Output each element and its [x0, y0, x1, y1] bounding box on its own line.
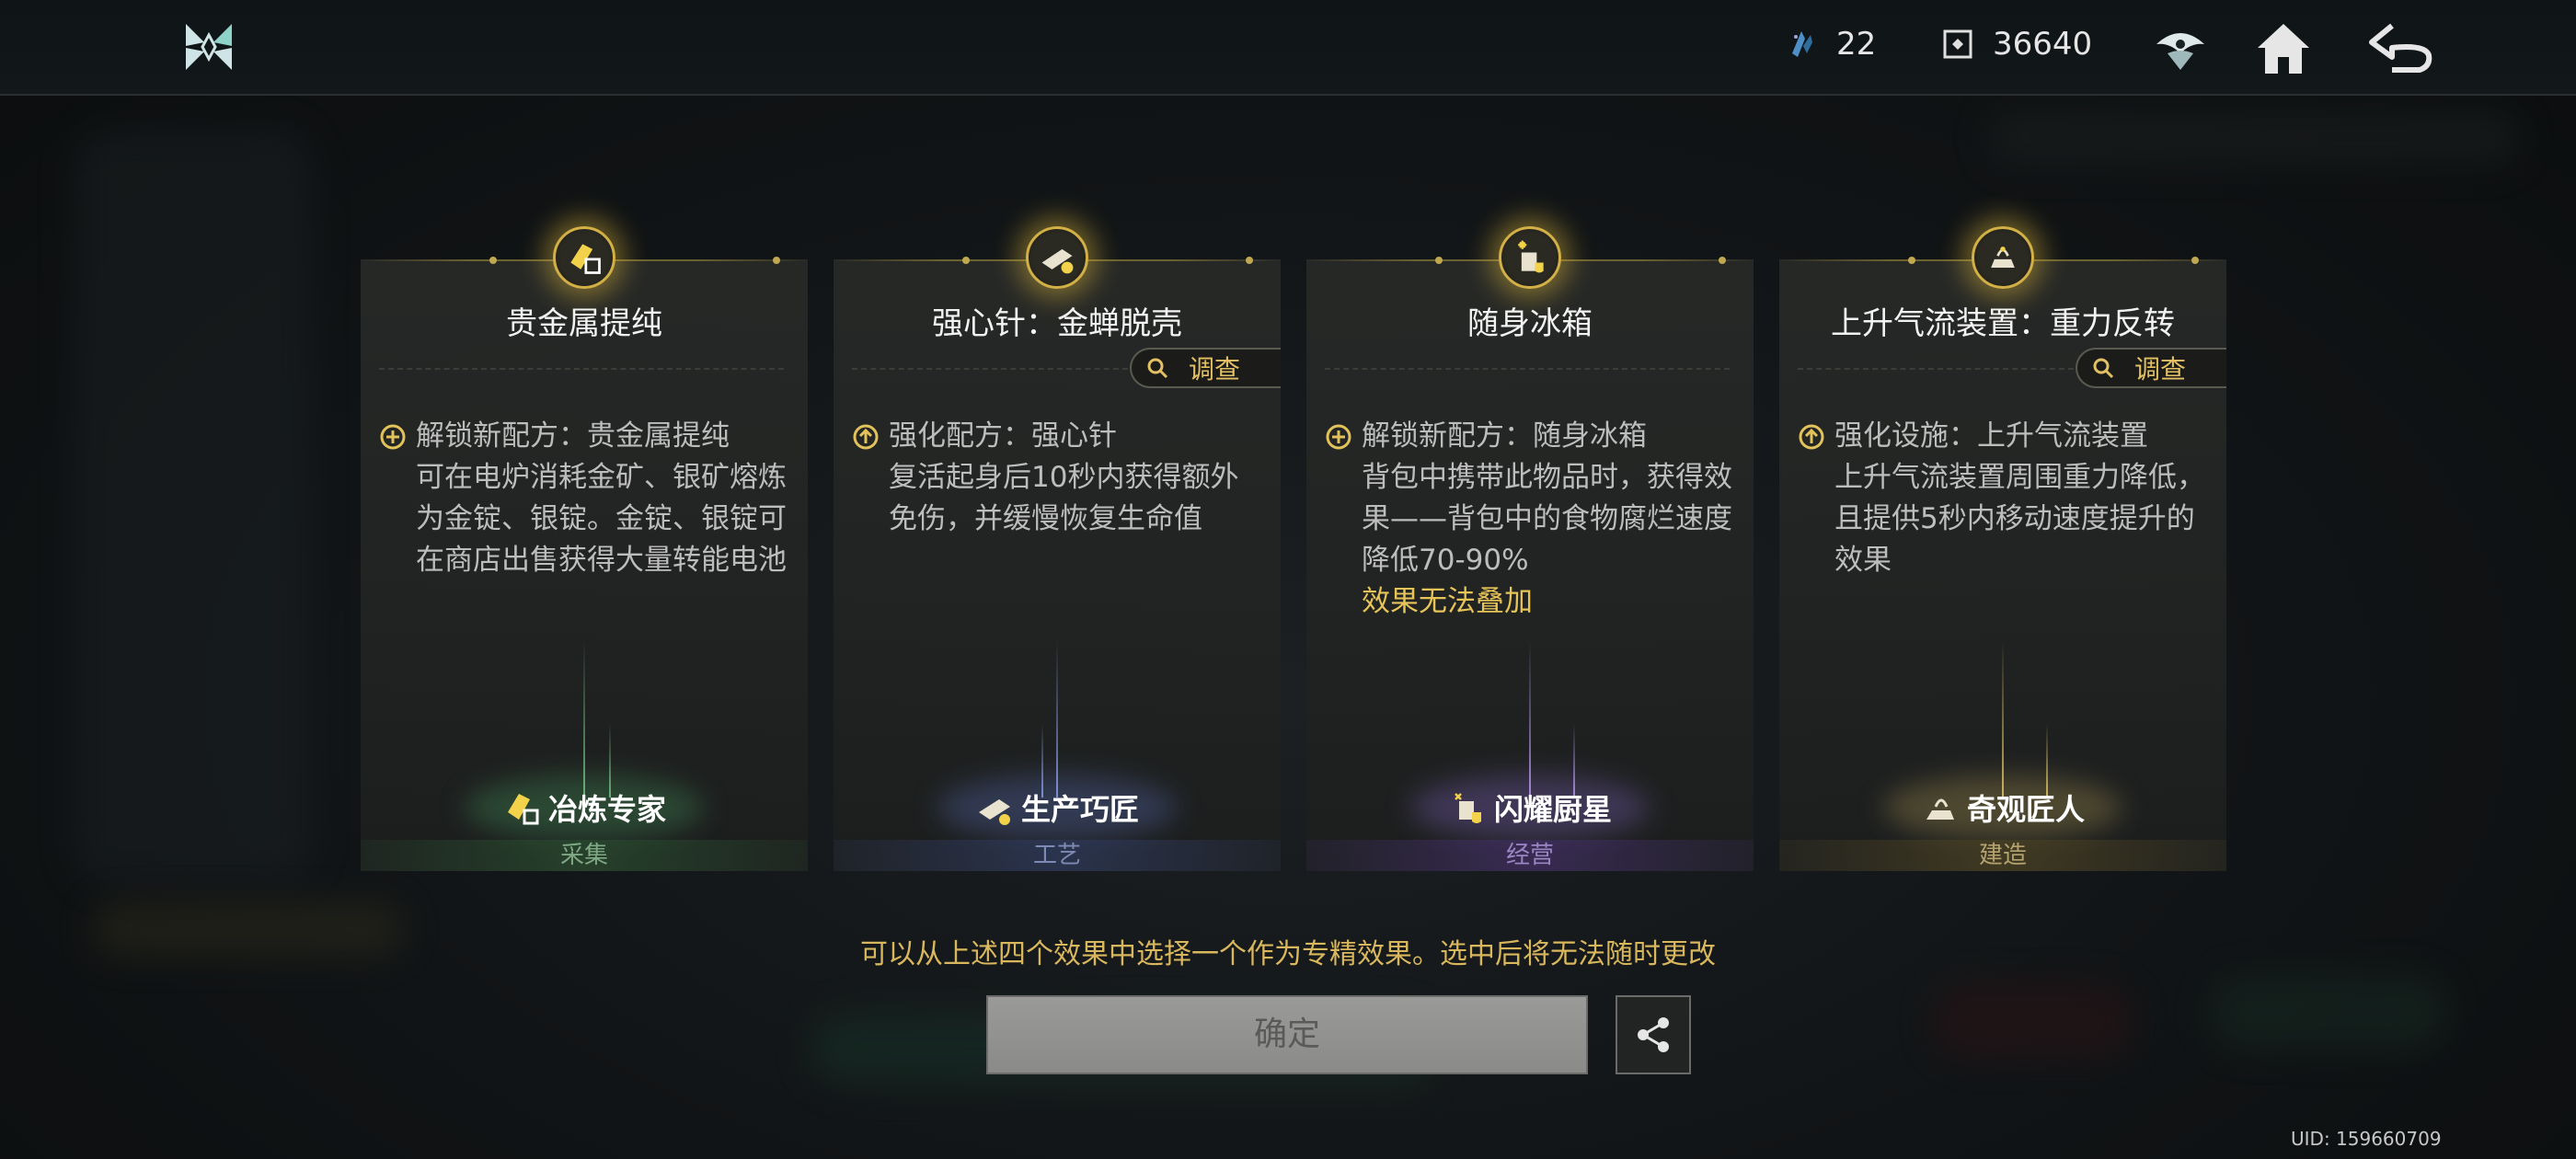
card-description: 强化设施：上升气流装置 上升气流装置周围重力降低，且提供5秒内移动速度提升的效果 [1798, 416, 2210, 581]
updraft-device-icon [1972, 226, 2034, 289]
investigate-button[interactable]: 调查 [2076, 348, 2226, 388]
specialty-card-metal-refining[interactable]: 贵金属提纯 解锁新配方：贵金属提纯 可在电炉消耗金矿、银矿熔炼为金锭、银锭。金锭… [361, 226, 808, 871]
badge-label: 闪耀厨星 [1493, 792, 1612, 827]
card-description: 解锁新配方：随身冰箱 背包中携带此物品时，获得效果——背包中的食物腐烂速度降低7… [1325, 416, 1737, 623]
share-button[interactable] [1616, 995, 1691, 1074]
description-line: 可在电炉消耗金矿、银矿熔炼为金锭、银锭。金锭、银锭可在商店出售获得大量转能电池 [416, 461, 787, 577]
upgrade-arrow-icon [1799, 424, 1824, 450]
search-icon [2093, 358, 2114, 379]
card-title: 上升气流装置：重力反转 [1831, 305, 2175, 342]
divider-dot [773, 257, 780, 264]
card-dashed-divider [1798, 368, 2074, 370]
light-beam [583, 641, 585, 798]
card-dashed-divider [852, 368, 1128, 370]
specialty-badge: 生产巧匠 [834, 786, 1281, 829]
unlock-plus-icon [380, 424, 406, 450]
card-description: 强化配方：强心针 复活起身后10秒内获得额外免伤，并缓慢恢复生命值 [852, 416, 1264, 540]
module-counter[interactable]: 36640 [1939, 26, 2092, 63]
module-icon [1943, 29, 1972, 59]
investigate-button[interactable]: 调查 [1130, 348, 1281, 388]
shield-emblem-icon[interactable] [2149, 17, 2212, 79]
home-icon[interactable] [2252, 17, 2315, 79]
specialty-badge: 奇观匠人 [1779, 786, 2226, 829]
crystal-count: 22 [1836, 26, 1877, 63]
divider-dot [1435, 257, 1443, 264]
syringe-icon [1026, 226, 1088, 289]
divider-dot [1719, 257, 1726, 264]
description-line: 解锁新配方：随身冰箱 [1362, 419, 1647, 453]
light-beam [2002, 641, 2004, 798]
light-beam [1529, 641, 1531, 798]
card-description: 解锁新配方：贵金属提纯 可在电炉消耗金矿、银矿熔炼为金锭、银锭。金锭、银锭可在商… [379, 416, 791, 581]
wonder-craftsman-icon [1926, 798, 1954, 820]
confirm-button[interactable]: 确定 [986, 995, 1588, 1074]
smelting-expert-icon [507, 794, 539, 825]
fridge-icon [1499, 226, 1561, 289]
card-title: 强心针：金蝉脱壳 [932, 305, 1182, 342]
warning-text: 效果无法叠加 [1362, 585, 1533, 618]
specialty-card-portable-fridge[interactable]: 随身冰箱 解锁新配方：随身冰箱 背包中携带此物品时，获得效果——背包中的食物腐烂… [1306, 226, 1754, 871]
specialty-card-stimulant[interactable]: 强心针：金蝉脱壳 调查 强化配方：强心针 复活起身后10秒内获得额外免伤，并缓慢… [834, 226, 1281, 871]
crystal-counter[interactable]: 22 [1783, 26, 1876, 63]
card-dashed-divider [1325, 368, 1730, 370]
divider-dot [962, 257, 970, 264]
card-dashed-divider [379, 368, 784, 370]
card-title: 随身冰箱 [1467, 305, 1593, 342]
category-label: 建造 [1779, 840, 2226, 871]
divider-dot [1908, 257, 1915, 264]
production-craftsman-icon [978, 799, 1010, 825]
unlock-plus-icon [1326, 424, 1351, 450]
description-line: 强化配方：强心针 [889, 419, 1117, 453]
badge-label: 冶炼专家 [547, 792, 666, 827]
divider-dot [1246, 257, 1253, 264]
description-line: 上升气流装置周围重力降低，且提供5秒内移动速度提升的效果 [1834, 461, 2205, 577]
category-label: 工艺 [834, 840, 1281, 871]
badge-label: 奇观匠人 [1966, 792, 2085, 827]
investigate-label: 调查 [2134, 354, 2187, 384]
gold-bar-icon [553, 226, 615, 289]
search-icon [1147, 358, 1168, 379]
back-icon[interactable] [2364, 17, 2442, 79]
specialty-badge: 冶炼专家 [361, 786, 808, 829]
badge-label: 生产巧匠 [1020, 792, 1139, 827]
specialty-card-updraft-device[interactable]: 上升气流装置：重力反转 调查 强化设施：上升气流装置 上升气流装置周围重力降低，… [1779, 226, 2226, 871]
description-line: 强化设施：上升气流装置 [1834, 419, 2148, 453]
module-count: 36640 [1993, 26, 2093, 63]
divider-dot [2191, 257, 2199, 264]
divider-dot [489, 257, 497, 264]
description-line: 复活起身后10秒内获得额外免伤，并缓慢恢复生命值 [889, 461, 1239, 535]
shining-chef-icon [1455, 793, 1481, 823]
category-label: 经营 [1306, 840, 1754, 871]
share-icon [1638, 1017, 1669, 1052]
selection-hint: 可以从上述四个效果中选择一个作为专精效果。选中后将无法随时更改 [860, 938, 1716, 970]
description-line: 背包中携带此物品时，获得效果——背包中的食物腐烂速度降低70-90% [1362, 461, 1732, 577]
game-logo-icon[interactable] [180, 18, 237, 75]
upgrade-arrow-icon [853, 424, 879, 450]
investigate-label: 调查 [1189, 354, 1241, 384]
top-bar: 22 36640 [0, 0, 2576, 96]
user-id: UID: 159660709 [2291, 1128, 2442, 1150]
light-beam [1056, 641, 1058, 798]
description-line: 解锁新配方：贵金属提纯 [416, 419, 730, 453]
card-title: 贵金属提纯 [506, 305, 662, 342]
crystal-icon [1792, 31, 1812, 57]
category-label: 采集 [361, 840, 808, 871]
specialty-badge: 闪耀厨星 [1306, 786, 1754, 829]
